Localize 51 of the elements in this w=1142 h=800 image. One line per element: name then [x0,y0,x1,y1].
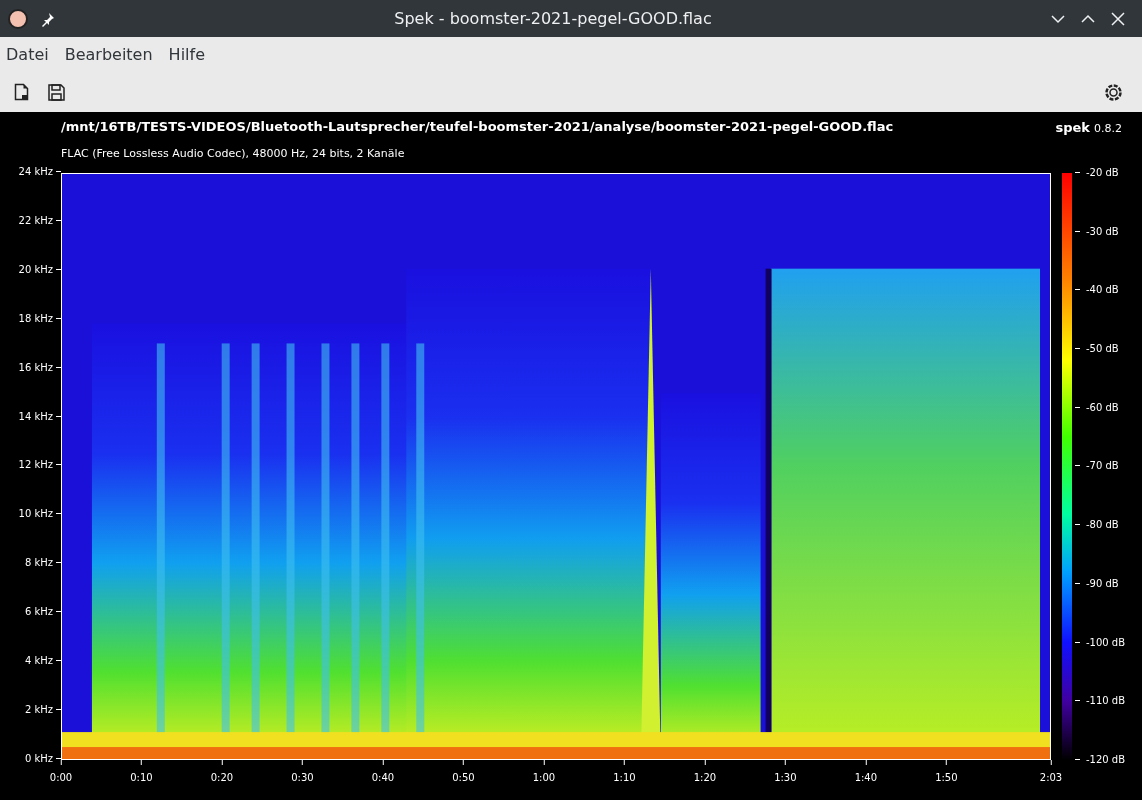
time-label: 2:03 [1039,770,1063,785]
time-label: 0:40 [371,770,395,785]
time-label: 1:00 [532,770,556,785]
decibel-label: -90 dB [1086,576,1119,591]
frequency-label: 6 kHz [24,605,53,620]
frequency-label: 14 kHz [18,409,53,424]
decibel-label: -60 dB [1086,400,1119,415]
menu-item[interactable]: Datei [6,42,49,67]
frequency-label: 20 kHz [18,262,53,277]
time-label: 0:10 [130,770,153,785]
time-label: 1:30 [774,770,797,785]
file-format: FLAC (Free Lossless Audio Codec), 48000 Hz, 24 bits, 2 Kanäle [61,146,406,162]
save-icon[interactable] [48,83,65,101]
frequency-label: 24 kHz [18,165,53,179]
time-label: 0:00 [49,770,73,785]
pin-icon[interactable] [40,10,56,27]
app-icon [8,8,28,29]
file-path: /mnt/16TB/TESTS-VIDEOS/Bluetooth-Lautsprecher/teufel-boomster-2021/analyse/boomster-2021-pegel-GOOD.flac [61,118,895,136]
close-icon[interactable] [1110,10,1126,27]
time-label: 0:50 [452,770,475,785]
time-label: 1:10 [613,770,636,785]
frequency-label: 16 kHz [18,360,53,375]
decibel-label: -70 dB [1086,459,1119,474]
frequency-label: 4 kHz [24,654,53,669]
frequency-label: 2 kHz [24,702,53,717]
menu-item[interactable]: Hilfe [168,42,205,67]
help-icon[interactable] [1105,83,1122,101]
time-label: 1:20 [693,770,717,785]
frequency-label: 10 kHz [18,507,53,522]
frequency-label: 12 kHz [18,458,53,473]
decibel-label: -30 dB [1086,224,1119,239]
window-title: Spek - boomster-2021-pegel-GOOD.flac [394,7,712,30]
frequency-label: 8 kHz [24,556,53,571]
open-file-icon[interactable] [14,83,30,101]
menu-item[interactable]: Bearbeiten [64,42,153,67]
decibel-label: -20 dB [1086,166,1119,180]
time-label: 1:40 [854,770,878,785]
time-label: 0:30 [291,770,314,785]
frequency-label: 0 kHz [24,751,53,766]
decibel-label: -120 dB [1086,752,1126,767]
app-version: 0.8.2 [1094,121,1122,137]
frequency-label: 22 kHz [18,213,53,228]
decibel-label: -100 dB [1086,635,1126,650]
time-label: 1:50 [935,770,958,785]
app-name: spek [1055,119,1090,137]
decibel-label: -80 dB [1086,518,1119,533]
decibel-label: -40 dB [1086,283,1119,298]
decibel-label: -110 dB [1086,694,1126,709]
decibel-label: -50 dB [1086,342,1119,357]
time-label: 0:20 [210,770,234,785]
frequency-label: 18 kHz [18,311,53,326]
